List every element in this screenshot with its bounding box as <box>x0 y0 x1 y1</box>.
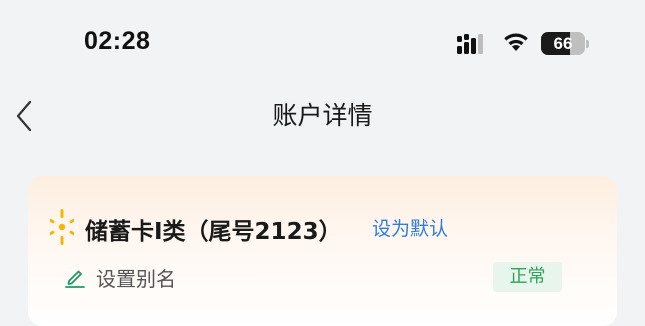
clock-time: 02:28 <box>84 27 151 55</box>
set-alias-button[interactable]: 设置别名 <box>64 262 176 292</box>
page-title: 账户详情 <box>272 101 373 130</box>
battery-icon: 66 <box>541 32 591 55</box>
set-default-link[interactable]: 设为默认 <box>372 214 448 241</box>
status-badge: 正常 <box>493 262 562 292</box>
wifi-icon <box>504 33 528 51</box>
account-card[interactable]: 储蓄卡I类（尾号2123） 设为默认 设置别名 正常 <box>28 176 617 326</box>
signal-icon <box>457 34 483 54</box>
bank-logo-icon <box>50 209 74 245</box>
status-bar: 02:28 66 <box>0 0 645 88</box>
navigation-bar: 账户详情 <box>0 88 645 144</box>
pencil-icon <box>65 270 85 288</box>
account-name: 储蓄卡I类（尾号2123） <box>85 219 342 245</box>
set-alias-label: 设置别名 <box>96 266 176 291</box>
battery-percentage: 66 <box>553 34 573 53</box>
